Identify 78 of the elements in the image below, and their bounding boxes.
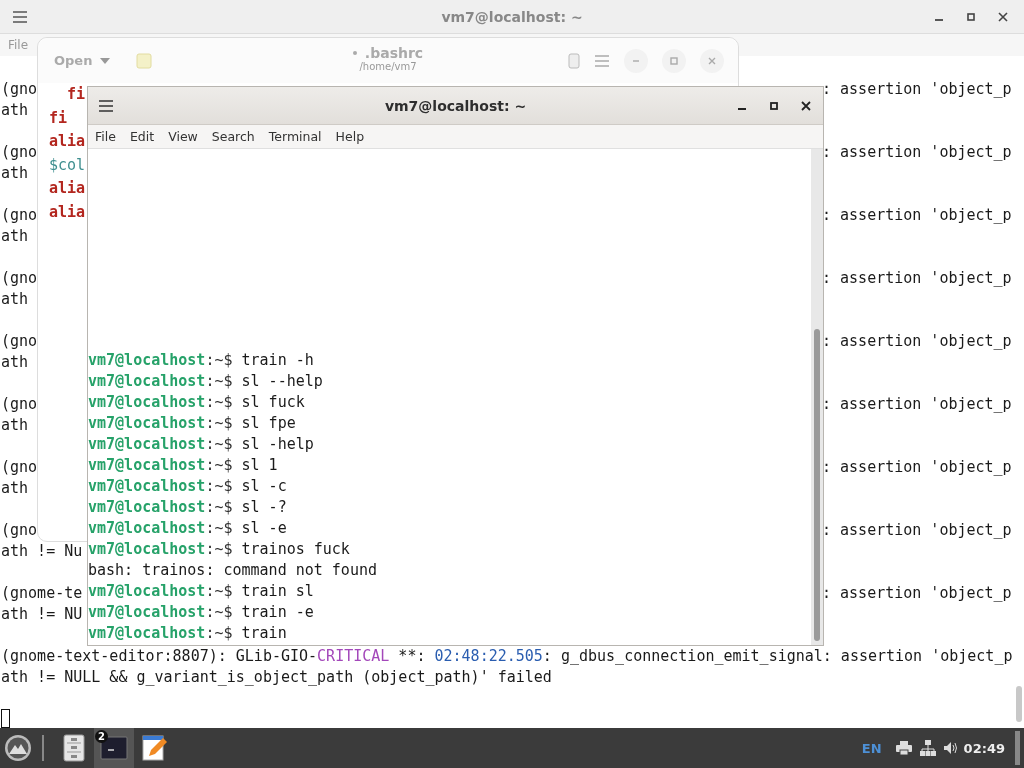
command-line: vm7@localhost:~$ sl -help: [88, 434, 314, 455]
maximize-icon: [670, 56, 678, 65]
close-icon[interactable]: [801, 100, 811, 111]
log-line: ath: [1, 100, 29, 121]
file-cabinet-icon: [63, 734, 85, 762]
log-text: : assertion 'object_p: [822, 205, 1012, 226]
log-line: ath != NU: [1, 604, 83, 625]
log-text: : assertion 'object_p: [822, 79, 1012, 100]
window-count-badge: 2: [95, 730, 108, 743]
log-line: ath: [1, 163, 29, 184]
code-line: alia: [49, 131, 86, 152]
code-line: fi: [66, 84, 86, 105]
log-line: (gnome-text-editor:8807): GLib-GIO-CRITICAL **: 02:48:22.505: g_dbus_connection_emit_signal: assertion 'object_p: [1, 646, 1013, 667]
maximize-icon[interactable]: [966, 11, 976, 22]
clock[interactable]: 02:49: [963, 740, 1005, 756]
log-text: (gno: [1, 520, 38, 541]
command-line: vm7@localhost:~$ sl fpe: [88, 413, 296, 434]
menu-icon[interactable]: [98, 98, 114, 113]
output-line: bash: trainos: command not found: [88, 560, 377, 581]
log-line: ath != Nu: [1, 541, 83, 562]
command-line: vm7@localhost:~$ sl -e: [88, 518, 287, 539]
command-line: vm7@localhost:~$ sl -c: [88, 476, 287, 497]
command-line: vm7@localhost:~$ train -e: [88, 602, 314, 623]
command-line: vm7@localhost:~$ train: [88, 623, 287, 644]
menu-item[interactable]: Search: [204, 129, 262, 144]
close-icon: [708, 56, 716, 65]
volume-icon[interactable]: [943, 741, 958, 755]
log-text: (gno: [1, 457, 38, 478]
log-text: : assertion 'object_p: [822, 583, 1012, 604]
log-line: ath: [1, 478, 29, 499]
log-line: ath: [1, 352, 29, 373]
command-line: vm7@localhost:~$ sl fuck: [88, 392, 305, 413]
menu-item[interactable]: Terminal: [261, 129, 329, 144]
close-icon[interactable]: [998, 11, 1008, 22]
log-text: : assertion 'object_p: [822, 520, 1012, 541]
printer-icon[interactable]: [895, 741, 912, 755]
menu-item[interactable]: View: [161, 129, 205, 144]
text-cursor: [1, 709, 10, 728]
code-line: $col: [49, 154, 86, 176]
menu-item[interactable]: File: [88, 129, 123, 144]
minimize-icon: [632, 59, 640, 62]
command-line: vm7@localhost:~$ sl 1: [88, 455, 278, 476]
log-line: ath: [1, 226, 29, 247]
maximize-icon[interactable]: [769, 100, 779, 111]
log-text: (gno: [1, 79, 38, 100]
log-text: : assertion 'object_p: [822, 457, 1012, 478]
menu-icon[interactable]: [12, 9, 28, 24]
code-line: alia: [49, 201, 86, 223]
log-text: : assertion 'object_p: [822, 268, 1012, 289]
command-line: vm7@localhost:~$ sl -?: [88, 497, 287, 518]
network-icon[interactable]: [919, 740, 936, 756]
command-line: vm7@localhost:~$ trainos fuck: [88, 539, 350, 560]
mountain-logo-icon[interactable]: [4, 734, 32, 762]
taskbar-app[interactable]: 2: [94, 728, 134, 768]
log-text: : assertion 'object_p: [822, 331, 1012, 352]
log-text: (gno: [1, 394, 38, 415]
window-title: vm7@localhost: ~: [384, 97, 527, 114]
log-text: (gnome-te: [1, 583, 83, 604]
window-title: vm7@localhost: ~: [441, 8, 583, 25]
log-line: ath: [1, 415, 29, 436]
log-text: (gno: [1, 142, 38, 163]
menu-item[interactable]: Help: [328, 129, 372, 144]
log-text: (gno: [1, 268, 38, 289]
document-path: /home/vm7: [359, 61, 417, 72]
log-line: ath: [1, 289, 29, 310]
text-editor-icon: [141, 734, 167, 762]
log-line: ath != NULL && g_variant_is_object_path (object_path)' failed: [1, 667, 552, 688]
code-line: fi: [49, 107, 68, 129]
document-title: .bashrc: [364, 45, 424, 61]
log-text: (gno: [1, 205, 38, 226]
log-text: : assertion 'object_p: [822, 394, 1012, 415]
command-line: vm7@localhost:~$ train sl: [88, 581, 314, 602]
menu-item[interactable]: Edit: [122, 129, 162, 144]
command-line: vm7@localhost:~$ train -h: [88, 350, 314, 371]
log-text: : assertion 'object_p: [822, 142, 1012, 163]
log-text: (gno: [1, 331, 38, 352]
code-line: alia: [49, 178, 86, 199]
command-line: vm7@localhost:~$ sl --help: [88, 371, 323, 392]
